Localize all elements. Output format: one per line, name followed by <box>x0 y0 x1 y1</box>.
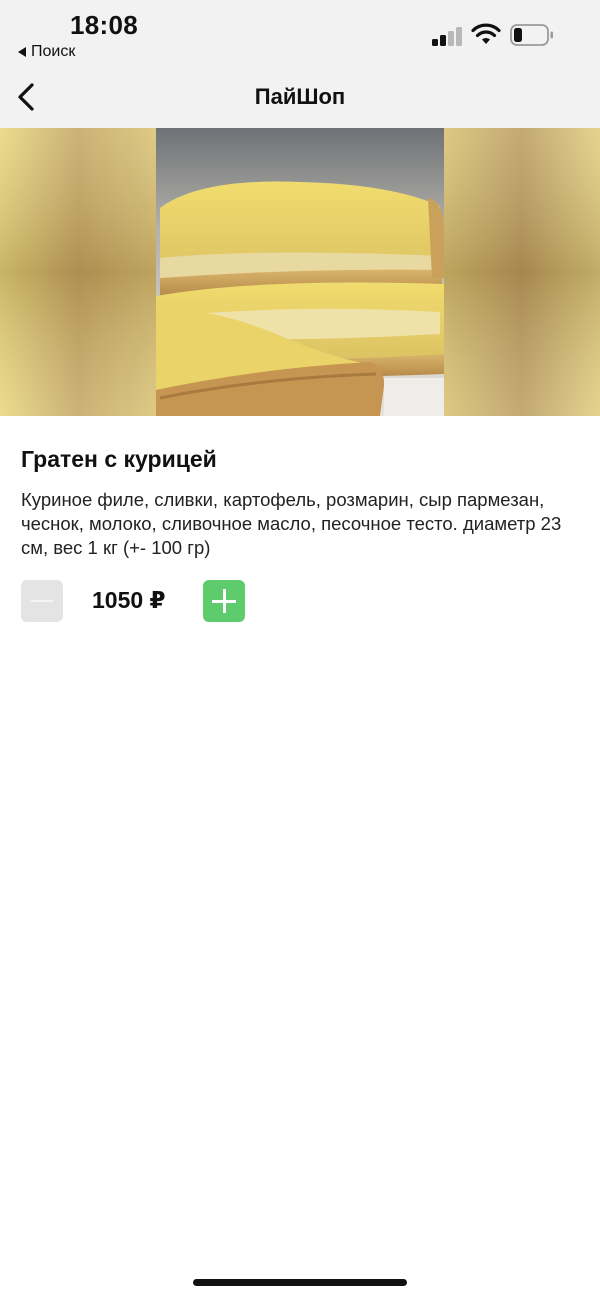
status-time: 18:08 <box>70 10 138 40</box>
product-image <box>0 128 600 416</box>
top-bar: 18:08 Поиск ПайШоп <box>0 0 600 128</box>
product-description: Куриное филе, сливки, картофель, розмари… <box>21 489 562 558</box>
product-screen: 18:08 Поиск ПайШоп Гратен с курицей Кури… <box>0 0 600 1297</box>
minus-button[interactable] <box>21 580 63 622</box>
product-title: Гратен с курицей <box>21 446 217 472</box>
back-to-app-label: Поиск <box>31 43 76 60</box>
product-info: Гратен с курицей Куриное филе, сливки, к… <box>21 444 581 560</box>
product-price: 1050 ₽ <box>92 587 166 613</box>
back-triangle-icon <box>18 47 26 57</box>
back-to-app-link[interactable]: Поиск <box>18 43 75 61</box>
home-indicator[interactable] <box>193 1279 407 1286</box>
gratin-pie-photo <box>0 128 600 416</box>
plus-button[interactable] <box>203 580 245 622</box>
cart-controls: 1050 ₽ <box>21 580 321 622</box>
battery-icon <box>510 24 553 46</box>
page-title: ПайШоп <box>254 84 346 109</box>
cellular-signal-icon <box>432 26 464 46</box>
wifi-icon <box>471 23 501 44</box>
